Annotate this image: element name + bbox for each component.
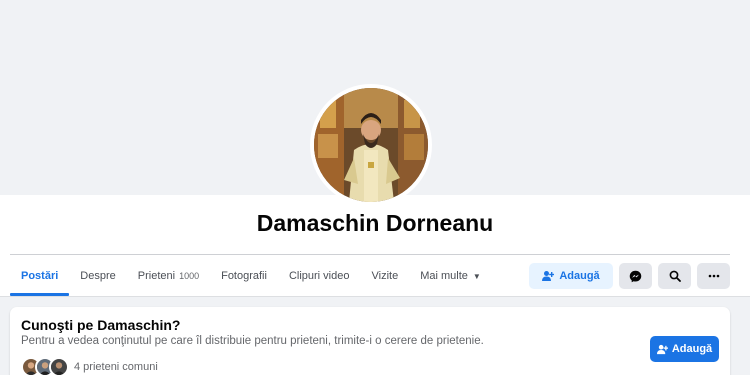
add-friend-card-button[interactable]: Adaugă (650, 336, 719, 362)
header-divider (10, 254, 730, 255)
add-friend-card-label: Adaugă (671, 343, 713, 355)
profile-avatar[interactable] (310, 84, 432, 206)
profile-name: Damaschin Dorneanu (256, 210, 494, 236)
tab-label: Clipuri video (288, 270, 350, 282)
tab-despre[interactable]: Despre (69, 256, 126, 296)
profile-actions: Adaugă (529, 263, 730, 289)
add-friend-icon (656, 344, 668, 354)
messenger-icon (629, 270, 642, 282)
mutual-friends-row[interactable]: 4 prieteni comuni (21, 357, 158, 375)
search-button[interactable] (658, 263, 691, 289)
search-icon (669, 270, 681, 282)
tab-postari[interactable]: Postări (10, 256, 70, 296)
tab-clipuri-video[interactable]: Clipuri video (278, 256, 361, 296)
caret-down-icon: ▼ (472, 271, 481, 281)
messenger-button[interactable] (619, 263, 652, 289)
tab-fotografii[interactable]: Fotografii (210, 256, 278, 296)
tab-label: Fotografii (221, 270, 267, 282)
add-friend-icon (542, 271, 555, 281)
mutual-friends-count: 4 prieteni comuni (74, 361, 158, 373)
card-subtitle: Pentru a vedea conţinutul pe care îl dis… (21, 335, 484, 347)
tab-prieteni[interactable]: Prieteni 1000 (127, 256, 210, 296)
mutual-friend-avatar (49, 357, 69, 375)
tab-label: Mai multe (420, 270, 468, 282)
profile-photo (314, 88, 428, 202)
more-dots-icon (708, 274, 719, 278)
profile-tabs: Postări Despre Prieteni 1000 Fotografii … (10, 256, 492, 296)
tab-label: Vizite (371, 270, 399, 282)
tab-label: Prieteni (137, 270, 176, 282)
friends-count: 1000 (179, 271, 200, 281)
friend-suggestion-card: Cunoşti pe Damaschin? Pentru a vedea con… (10, 307, 730, 375)
tab-label: Postări (21, 270, 59, 282)
card-title: Cunoşti pe Damaschin? (21, 317, 181, 333)
tab-mai-multe[interactable]: Mai multe ▼ (409, 256, 492, 296)
add-friend-button[interactable]: Adaugă (529, 263, 613, 289)
add-friend-label: Adaugă (559, 270, 600, 282)
more-options-button[interactable] (697, 263, 730, 289)
tab-vizite[interactable]: Vizite (360, 256, 409, 296)
tab-label: Despre (80, 270, 116, 282)
